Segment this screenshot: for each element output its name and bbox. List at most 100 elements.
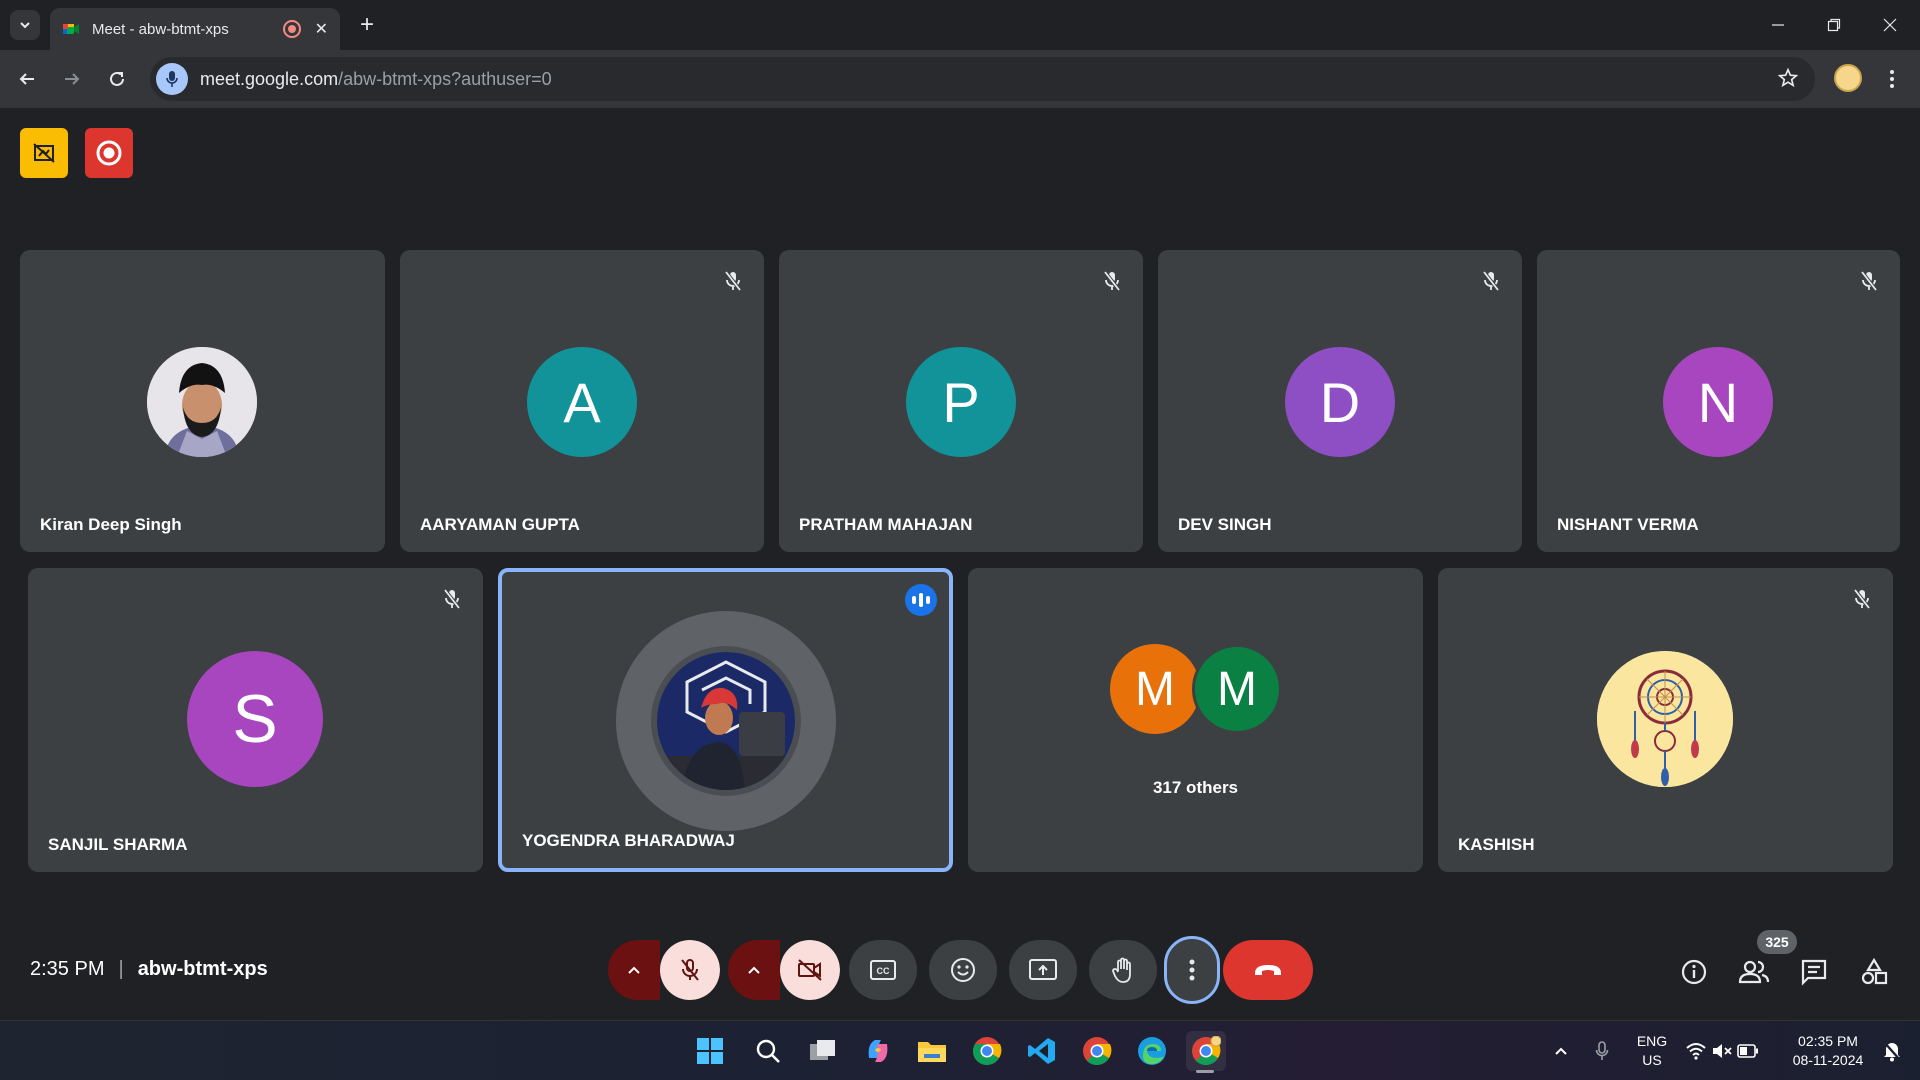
show-hidden-icons-button[interactable]: [1541, 1031, 1581, 1071]
person-at-laptop-icon: [657, 652, 795, 790]
participant-tile[interactable]: S SANJIL SHARMA: [28, 568, 483, 872]
present-button[interactable]: [1009, 940, 1077, 1000]
leave-call-button[interactable]: [1223, 940, 1313, 1000]
chevron-up-icon: [1555, 1047, 1567, 1055]
emoji-icon: [951, 958, 975, 982]
others-tile[interactable]: M M 317 others: [968, 568, 1423, 872]
microphone-tray-button[interactable]: [1582, 1031, 1622, 1071]
site-mic-chip[interactable]: [156, 63, 188, 95]
speaker-muted-icon: [1713, 1044, 1732, 1058]
others-initial: M: [1217, 662, 1257, 716]
back-button[interactable]: [10, 62, 44, 96]
region-code: US: [1642, 1052, 1662, 1068]
people-button[interactable]: [1734, 952, 1774, 992]
speaking-halo-inner: [651, 646, 801, 796]
participant-name: SANJIL SHARMA: [48, 835, 188, 854]
participant-tile[interactable]: A AARYAMAN GUPTA: [400, 250, 764, 552]
reload-button[interactable]: [100, 62, 134, 96]
chat-icon: [1801, 959, 1827, 986]
windows-logo-icon: [697, 1038, 723, 1064]
forward-button[interactable]: [55, 62, 89, 96]
dreamcatcher-icon: [1597, 651, 1733, 787]
active-app-indicator: [1196, 1070, 1214, 1073]
copilot-button[interactable]: [858, 1031, 898, 1071]
taskbar-search-button[interactable]: [748, 1031, 788, 1071]
start-button[interactable]: [690, 1031, 730, 1071]
notifications-button[interactable]: [1874, 1031, 1910, 1071]
restore-icon: [1827, 18, 1841, 32]
participant-name: PRATHAM MAHAJAN: [799, 515, 973, 534]
chrome-button[interactable]: [967, 1031, 1007, 1071]
participant-name: NISHANT VERMA: [1557, 515, 1699, 534]
reload-icon: [110, 71, 124, 86]
raise-hand-button[interactable]: [1089, 940, 1157, 1000]
mic-off-icon: [439, 586, 465, 612]
address-bar[interactable]: meet.google.com/abw-btmt-xps?authuser=0: [150, 57, 1815, 101]
participant-tile[interactable]: N NISHANT VERMA: [1537, 250, 1900, 552]
minimize-icon: [1772, 24, 1784, 26]
participant-tile[interactable]: KASHISH: [1438, 568, 1893, 872]
search-icon: [756, 1039, 780, 1063]
participant-tile[interactable]: P PRATHAM MAHAJAN: [779, 250, 1143, 552]
task-view-button[interactable]: [803, 1031, 843, 1071]
chevron-up-icon: [748, 966, 760, 974]
quick-settings-button[interactable]: [1682, 1031, 1762, 1071]
audio-options-button[interactable]: [608, 940, 660, 1000]
more-options-button[interactable]: [1164, 936, 1220, 1004]
people-count-badge: 325: [1757, 930, 1797, 954]
present-screen-icon: [1029, 959, 1057, 980]
mic-toggle-button[interactable]: [660, 940, 720, 1000]
new-tab-button[interactable]: +: [352, 10, 382, 40]
close-window-button[interactable]: [1870, 10, 1910, 40]
speaking-indicator-icon: [905, 584, 937, 616]
copilot-icon: [868, 1040, 888, 1062]
tab-search-button[interactable]: [10, 10, 40, 40]
chat-button[interactable]: [1794, 952, 1834, 992]
mic-off-icon: [1478, 268, 1504, 294]
folder-icon: [918, 1042, 946, 1062]
camera-toggle-button[interactable]: [780, 940, 840, 1000]
wifi-icon: [1686, 1043, 1706, 1060]
dreamcatcher-avatar: [1597, 651, 1733, 787]
activities-button[interactable]: [1854, 952, 1894, 992]
participant-name: YOGENDRA BHARADWAJ: [522, 831, 735, 850]
meeting-code[interactable]: abw-btmt-xps: [138, 958, 268, 981]
clock[interactable]: 02:35 PM 08-11-2024: [1780, 1032, 1876, 1070]
more-vert-icon: [1189, 959, 1195, 981]
closed-captions-icon: CC: [870, 960, 896, 980]
initial-avatar: D: [1285, 347, 1395, 457]
os-taskbar: ENG US 02:35 PM 08-11-2024: [0, 1020, 1920, 1080]
initial-avatar: P: [906, 347, 1016, 457]
recording-badge[interactable]: [85, 128, 133, 178]
vscode-icon: [1028, 1038, 1055, 1064]
tab-close-icon[interactable]: ✕: [315, 19, 328, 39]
participant-tile[interactable]: Kiran Deep Singh: [20, 250, 385, 552]
language-code: ENG: [1636, 1033, 1668, 1049]
svg-text:CC: CC: [877, 966, 890, 976]
bookmark-star-icon[interactable]: [1777, 67, 1799, 89]
reactions-button[interactable]: [929, 940, 997, 1000]
meeting-details-button[interactable]: [1674, 952, 1714, 992]
vscode-button[interactable]: [1022, 1031, 1062, 1071]
battery-icon: [1737, 1044, 1758, 1058]
mic-off-icon: [720, 268, 746, 294]
chrome-active-button[interactable]: [1186, 1031, 1226, 1071]
chrome-profile-button[interactable]: [1077, 1031, 1117, 1071]
chevron-down-icon: [20, 22, 30, 29]
initial-avatar: N: [1663, 347, 1773, 457]
participant-tile[interactable]: D DEV SINGH: [1158, 250, 1522, 552]
participant-tile-active-speaker[interactable]: YOGENDRA BHARADWAJ: [498, 568, 953, 872]
task-view-icon: [810, 1040, 835, 1060]
no-video-badge[interactable]: [20, 128, 68, 178]
video-options-button[interactable]: [728, 940, 780, 1000]
profile-avatar[interactable]: [1834, 64, 1862, 92]
chevron-up-icon: [628, 966, 640, 974]
minimize-button[interactable]: [1758, 10, 1798, 40]
input-language-indicator[interactable]: ENG US: [1628, 1032, 1676, 1070]
edge-button[interactable]: [1132, 1031, 1172, 1071]
restore-button[interactable]: [1814, 10, 1854, 40]
browser-tab[interactable]: Meet - abw-btmt-xps ✕: [50, 8, 340, 50]
file-explorer-button[interactable]: [912, 1031, 952, 1071]
captions-button[interactable]: CC: [849, 940, 917, 1000]
browser-menu-button[interactable]: [1880, 64, 1904, 94]
